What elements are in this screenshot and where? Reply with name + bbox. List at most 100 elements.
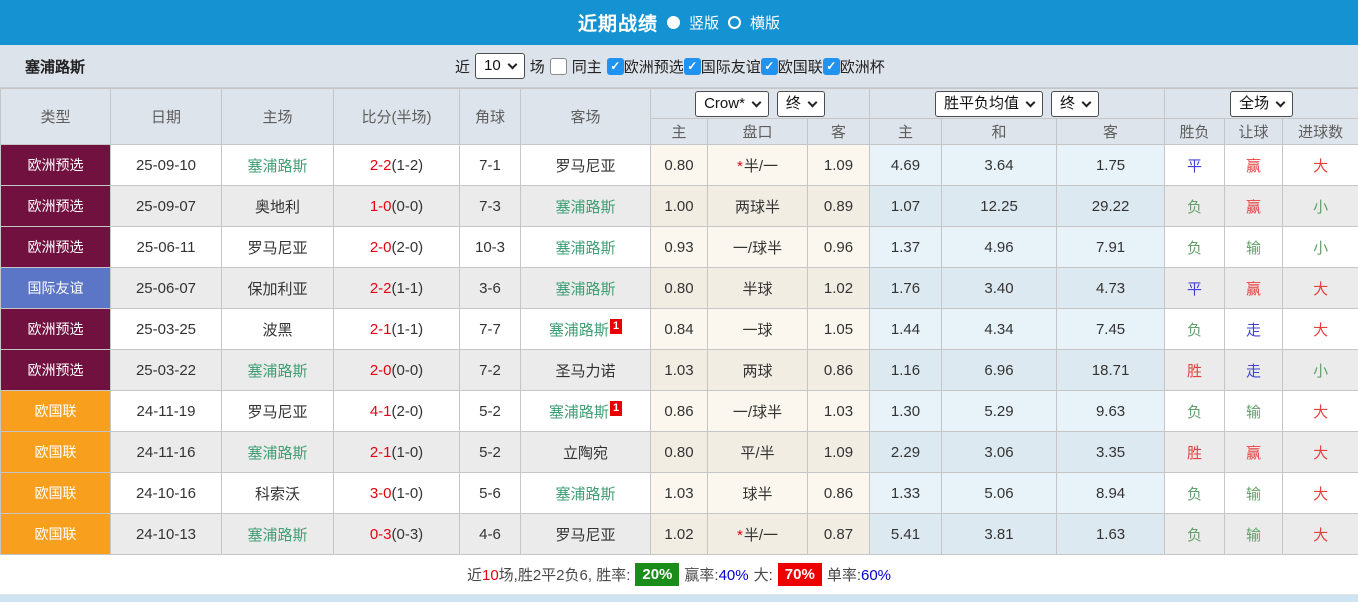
cell-odds-home: 1.03 [651,350,708,391]
mean-type-select[interactable]: 胜平负均值 [935,91,1043,117]
fulltime-score: 4-1 [370,403,392,420]
chevron-down-icon [1276,97,1286,107]
period-select[interactable]: 全场 [1230,91,1293,117]
column-header-date: 日期 [111,89,222,145]
cell-home-team: 塞浦路斯 [222,514,334,555]
match-row: 欧洲预选25-06-11罗马尼亚2-0(2-0)10-3塞浦路斯0.93一/球半… [1,227,1358,268]
cell-mean-draw: 4.96 [942,227,1057,268]
cell-type: 欧洲预选 [1,186,111,227]
single-label: 单率: [827,567,861,584]
subheader-odds-away: 客 [808,119,870,145]
cell-type: 欧洲预选 [1,227,111,268]
cell-mean-lose: 18.71 [1057,350,1165,391]
summary-bar: 近10场,胜2平2负6, 胜率: 20% 赢率:40% 大: 70% 单率:60… [0,555,1358,594]
cell-handicap: 两球半 [708,186,808,227]
cell-handicap: *半/一 [708,145,808,186]
cell-goals-result: 小 [1283,227,1358,268]
cell-mean-lose: 29.22 [1057,186,1165,227]
cell-type: 欧国联 [1,473,111,514]
cell-type: 欧国联 [1,514,111,555]
cell-odds-home: 0.86 [651,391,708,432]
big-label: 大: [754,564,773,585]
cell-goals-result: 大 [1283,473,1358,514]
horizontal-layout-label[interactable]: 横版 [750,12,780,33]
team-label: 罗马尼亚 [555,158,615,175]
cell-score: 2-2(1-1) [334,268,460,309]
team-label: 科索沃 [255,486,300,503]
odds-time-select[interactable]: 终 [777,91,825,117]
match-row: 欧洲预选25-09-07奥地利1-0(0-0)7-3塞浦路斯1.00两球半0.8… [1,186,1358,227]
cell-mean-draw: 12.25 [942,186,1057,227]
cell-away-team: 罗马尼亚 [521,514,651,555]
booking-badge: 1 [610,401,622,416]
chevron-down-icon [1026,97,1036,107]
vertical-layout-label[interactable]: 竖版 [689,12,719,33]
result-group-header: 全场 [1165,89,1358,119]
cell-date: 25-03-22 [111,350,222,391]
fulltime-score: 3-0 [370,485,392,502]
mean-time-select[interactable]: 终 [1051,91,1099,117]
cell-mean-draw: 3.81 [942,514,1057,555]
cell-goals-result: 大 [1283,145,1358,186]
booking-badge: 1 [610,319,622,334]
odds-company-select[interactable]: Crow* [695,91,769,117]
vertical-layout-radio[interactable] [667,16,680,29]
team-label: 保加利亚 [247,281,307,298]
header-bar: 近期战绩 竖版 横版 [0,0,1358,45]
cell-result: 负 [1165,514,1225,555]
team-label: 奥地利 [255,199,300,216]
cell-corners: 5-2 [460,391,521,432]
competition-checkbox[interactable]: ✓ [761,58,778,75]
cell-home-team: 塞浦路斯 [222,145,334,186]
cell-mean-lose: 8.94 [1057,473,1165,514]
cell-away-team: 塞浦路斯 [521,227,651,268]
competition-checkbox[interactable]: ✓ [684,58,701,75]
cell-odds-away: 0.87 [808,514,870,555]
odds-win-rate: 40% [719,567,749,584]
cell-home-team: 奥地利 [222,186,334,227]
cell-result: 胜 [1165,350,1225,391]
same-home-checkbox[interactable] [550,58,567,75]
cell-away-team: 塞浦路斯 [521,473,651,514]
cell-odds-away: 0.86 [808,473,870,514]
cell-date: 24-11-16 [111,432,222,473]
subheader-result: 胜负 [1165,119,1225,145]
match-row: 欧国联24-10-16科索沃3-0(1-0)5-6塞浦路斯1.03球半0.861… [1,473,1358,514]
cell-handicap-result: 输 [1225,514,1283,555]
cell-type: 国际友谊 [1,268,111,309]
horizontal-layout-radio[interactable] [728,16,741,29]
cell-away-team: 立陶宛 [521,432,651,473]
cell-date: 24-10-13 [111,514,222,555]
star-icon: * [737,158,743,175]
cell-home-team: 罗马尼亚 [222,391,334,432]
chevron-down-icon [507,60,517,70]
cell-handicap-result: 赢 [1225,432,1283,473]
recent-count-select[interactable]: 10 [475,53,525,79]
cell-odds-home: 0.80 [651,432,708,473]
team-label: 塞浦路斯 [555,281,615,298]
cell-mean-draw: 5.06 [942,473,1057,514]
cell-score: 3-0(1-0) [334,473,460,514]
match-row: 国际友谊25-06-07保加利亚2-2(1-1)3-6塞浦路斯0.80半球1.0… [1,268,1358,309]
competition-checkbox[interactable]: ✓ [823,58,840,75]
cell-mean-win: 1.76 [870,268,942,309]
cell-date: 25-06-11 [111,227,222,268]
cell-goals-result: 大 [1283,309,1358,350]
cell-home-team: 罗马尼亚 [222,227,334,268]
mean-group-header: 胜平负均值 终 [870,89,1165,119]
column-header-score: 比分(半场) [334,89,460,145]
team-label: 塞浦路斯 [555,240,615,257]
odds-group-header: Crow* 终 [651,89,870,119]
cell-mean-win: 5.41 [870,514,942,555]
match-row: 欧洲预选25-03-22塞浦路斯2-0(0-0)7-2圣马力诺1.03两球0.8… [1,350,1358,391]
halftime-score: (1-1) [392,321,424,338]
cell-goals-result: 大 [1283,514,1358,555]
cell-mean-win: 1.33 [870,473,942,514]
competition-checkbox[interactable]: ✓ [607,58,624,75]
cell-handicap: 两球 [708,350,808,391]
halftime-score: (0-0) [392,198,424,215]
match-row: 欧国联24-11-19罗马尼亚4-1(2-0)5-2塞浦路斯10.86一/球半1… [1,391,1358,432]
halftime-score: (1-0) [392,444,424,461]
cell-date: 24-11-19 [111,391,222,432]
fulltime-score: 2-0 [370,362,392,379]
